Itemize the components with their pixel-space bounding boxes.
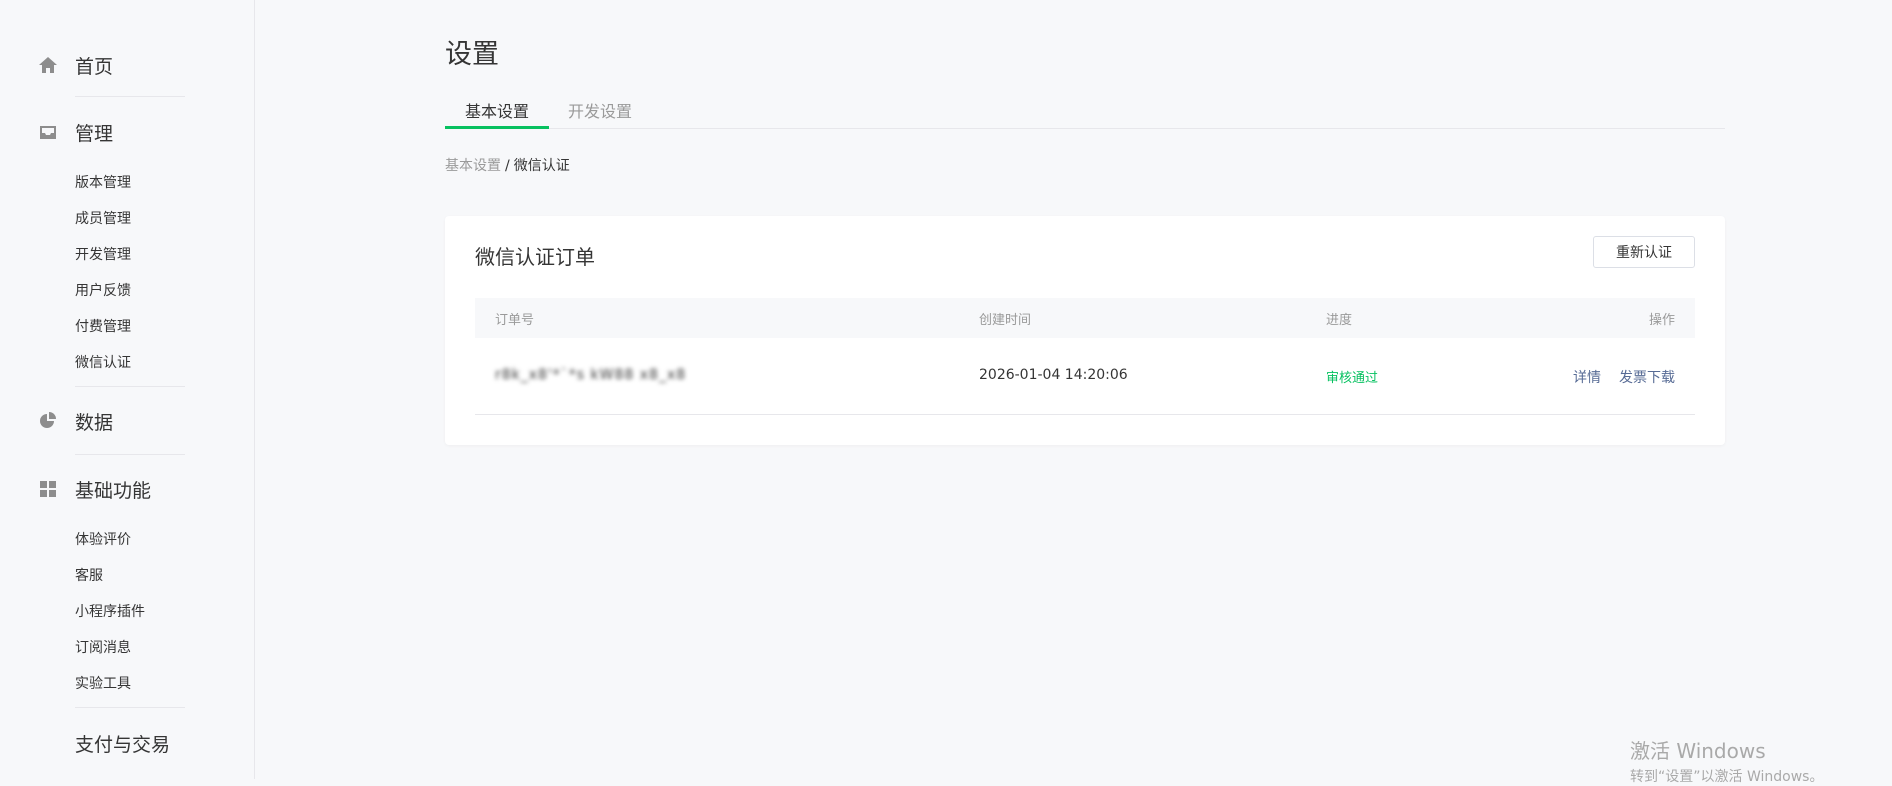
home-icon <box>38 55 58 75</box>
order-number-text: r8k_x8'*`*s kW88 x8_x8 <box>495 367 687 383</box>
breadcrumb-separator: / <box>505 158 510 174</box>
header-created: 创建时间 <box>979 313 1032 328</box>
header-actions: 操作 <box>1648 313 1675 328</box>
header-order-no: 订单号 <box>495 313 535 328</box>
header-status: 进度 <box>1326 313 1353 328</box>
status-badge: 审核通过 <box>1326 371 1379 386</box>
tab-basic-settings[interactable]: 基本设置 <box>465 98 529 122</box>
divider <box>75 96 185 97</box>
invoice-download-link[interactable]: 发票下载 <box>1619 370 1675 386</box>
sidebar-item-billing[interactable]: 付费管理 <box>75 316 131 336</box>
nav-pay-label: 支付与交易 <box>75 733 171 756</box>
sidebar-item-lab[interactable]: 实验工具 <box>75 673 131 693</box>
breadcrumb-current: 微信认证 <box>513 158 570 174</box>
detail-link[interactable]: 详情 <box>1573 370 1601 386</box>
watermark-line2: 转到“设置”以激活 Windows。 <box>1630 769 1824 785</box>
row-actions: 详情 发票下载 <box>1555 367 1675 387</box>
sidebar-item-review[interactable]: 体验评价 <box>75 529 131 549</box>
nav-manage-label: 管理 <box>75 122 114 145</box>
divider <box>75 707 185 708</box>
tab-bar: 基本设置 开发设置 <box>445 90 1725 129</box>
reauth-button[interactable]: 重新认证 <box>1593 236 1695 268</box>
grid-icon <box>38 479 58 499</box>
sidebar-item-members[interactable]: 成员管理 <box>75 208 131 228</box>
tab-dev-settings[interactable]: 开发设置 <box>568 98 632 122</box>
nav-manage[interactable]: 管理 <box>38 117 113 147</box>
card-title: 微信认证订单 <box>475 245 595 269</box>
created-time: 2026-01-04 14:20:06 <box>979 367 1128 383</box>
inbox-icon <box>38 122 58 142</box>
breadcrumb-parent[interactable]: 基本设置 <box>445 158 501 174</box>
order-card: 微信认证订单 重新认证 订单号 创建时间 进度 操作 r8k_x8'*`*s k… <box>445 216 1725 445</box>
sidebar-item-version[interactable]: 版本管理 <box>75 172 131 192</box>
table-header: 订单号 创建时间 进度 操作 <box>475 298 1695 338</box>
sidebar-item-plugins[interactable]: 小程序插件 <box>75 601 145 621</box>
table-row: r8k_x8'*`*s kW88 x8_x8 2026-01-04 14:20:… <box>475 338 1695 415</box>
nav-data-label: 数据 <box>75 411 114 434</box>
sidebar: 首页 管理 版本管理 成员管理 开发管理 用户反馈 付费管理 微信认证 数据 基… <box>0 0 255 779</box>
nav-data[interactable]: 数据 <box>38 406 113 436</box>
nav-basic-label: 基础功能 <box>75 479 152 502</box>
page-title: 设置 <box>445 39 499 70</box>
sidebar-item-service[interactable]: 客服 <box>75 565 103 585</box>
breadcrumb: 基本设置 / 微信认证 <box>445 155 570 175</box>
divider <box>75 454 185 455</box>
divider <box>75 386 185 387</box>
order-number: r8k_x8'*`*s kW88 x8_x8 <box>495 367 686 383</box>
order-table: 订单号 创建时间 进度 操作 r8k_x8'*`*s kW88 x8_x8 20… <box>475 298 1695 415</box>
nav-pay[interactable]: 支付与交易 <box>75 728 170 758</box>
nav-home[interactable]: 首页 <box>38 50 113 80</box>
nav-home-label: 首页 <box>75 55 114 78</box>
sidebar-item-subscribe[interactable]: 订阅消息 <box>75 637 131 657</box>
sidebar-item-dev[interactable]: 开发管理 <box>75 244 131 264</box>
windows-activation-watermark: 激活 Windows 转到“设置”以激活 Windows。 <box>1630 735 1823 786</box>
watermark-line1: 激活 Windows <box>1630 739 1766 763</box>
tab-active-indicator <box>445 126 549 129</box>
sidebar-item-wechat-auth[interactable]: 微信认证 <box>75 352 131 372</box>
sidebar-item-feedback[interactable]: 用户反馈 <box>75 280 131 300</box>
nav-basic[interactable]: 基础功能 <box>38 474 151 504</box>
pie-chart-icon <box>38 411 58 431</box>
